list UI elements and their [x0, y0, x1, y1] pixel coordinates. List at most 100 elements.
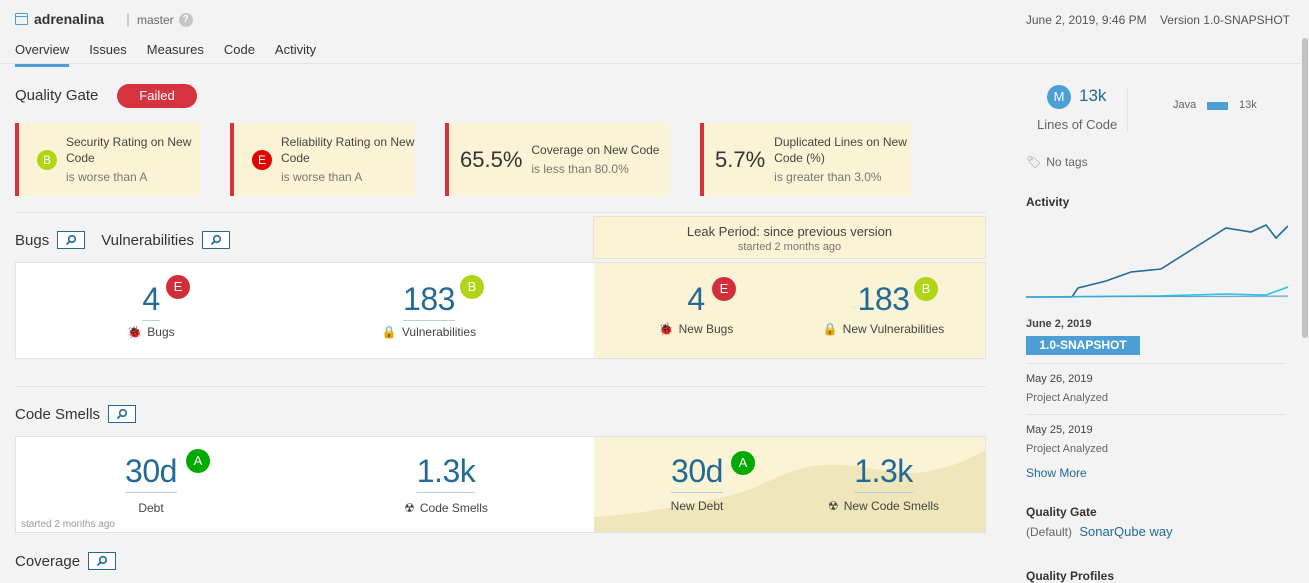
bugs-label: Bugs: [147, 325, 175, 339]
bugs-drilldown-button[interactable]: [57, 231, 86, 249]
activity-event: Project Analyzed: [1026, 443, 1108, 455]
activity-date: May 25, 2019: [1026, 424, 1093, 436]
scrollbar[interactable]: [1301, 0, 1309, 583]
condition-label: Security Rating on New Code: [66, 135, 192, 165]
code-smells-measure[interactable]: 1.3k ☢ Code Smells: [381, 453, 511, 515]
project-icon: [15, 13, 28, 25]
section-divider: [15, 212, 986, 213]
analysis-date: June 2, 2019, 9:46 PM: [1025, 13, 1147, 27]
quality-gate-default: (Default): [1026, 525, 1073, 539]
bug-icon: 🐞: [658, 322, 674, 336]
tags-label: No tags: [1046, 155, 1088, 169]
new-code-smells-measure[interactable]: 1.3k ☢ New Code Smells: [816, 453, 951, 513]
tag-icon: 🏷: [1026, 155, 1042, 169]
activity-event: Project Analyzed: [1026, 392, 1108, 404]
activity-divider: [1026, 414, 1286, 415]
bugs-value[interactable]: 4: [142, 281, 160, 321]
rating-badge: B: [37, 149, 57, 170]
lines-of-code-value[interactable]: 13k: [1079, 86, 1106, 106]
show-more-link[interactable]: Show More: [1026, 466, 1087, 480]
search-icon: [116, 408, 128, 420]
activity-date: May 26, 2019: [1026, 373, 1093, 385]
code-smells-title: Code Smells: [15, 405, 101, 423]
analysis-version: Version 1.0-SNAPSHOT: [1159, 13, 1290, 27]
section-divider: [15, 386, 986, 387]
bug-icon: 🐞: [127, 325, 143, 339]
condition-label: Reliability Rating on New Code: [281, 135, 415, 165]
activity-divider: [1026, 363, 1286, 364]
branch-icon: [124, 13, 132, 27]
new-code-smells-value[interactable]: 1.3k: [854, 453, 913, 493]
condition-reliability-rating[interactable]: E Reliability Rating on New Code is wors…: [230, 123, 415, 196]
scrollbar-thumb[interactable]: [1302, 38, 1308, 338]
code-smells-section-header: Code Smells: [15, 405, 137, 423]
project-name[interactable]: adrenalina: [34, 11, 104, 27]
version-badge: 1.0-SNAPSHOT: [1026, 336, 1140, 355]
quality-gate-info: (Default) SonarQube way: [1026, 524, 1173, 539]
language-bar: [1207, 102, 1228, 110]
debt-value[interactable]: 30d: [125, 453, 177, 493]
condition-value: 65.5%: [460, 146, 523, 172]
vulnerabilities-rating-badge[interactable]: B: [460, 275, 484, 299]
condition-detail: is worse than A: [66, 170, 148, 184]
quality-profiles-title: Quality Profiles: [1026, 569, 1115, 583]
condition-coverage[interactable]: 65.5% Coverage on New Code is less than …: [445, 123, 670, 196]
condition-value: 5.7%: [715, 146, 766, 172]
bugs-rating-badge[interactable]: E: [166, 275, 190, 299]
leak-period-header: Leak Period: since previous version star…: [593, 216, 986, 259]
vulnerabilities-label: Vulnerabilities: [401, 325, 477, 339]
new-debt-rating-badge[interactable]: A: [731, 451, 755, 475]
new-code-smells-label: New Code Smells: [843, 499, 940, 513]
new-vulnerabilities-label: New Vulnerabilities: [842, 322, 945, 336]
search-icon: [210, 234, 222, 246]
started-note: started 2 months ago: [21, 519, 115, 530]
search-icon: [96, 555, 108, 567]
new-bugs-label: New Bugs: [678, 322, 734, 336]
bugs-vulnerabilities-panel: 4 🐞 Bugs E 183 🔒 Vulnerabilities B 4 🐞 N…: [15, 262, 986, 359]
condition-duplicated-lines[interactable]: 5.7% Duplicated Lines on New Code (%) is…: [700, 123, 911, 196]
branch-selector[interactable]: master ?: [124, 13, 193, 27]
quality-gate-link[interactable]: SonarQube way: [1079, 524, 1172, 539]
new-bugs-rating-badge[interactable]: E: [712, 277, 736, 301]
language-name: Java: [1173, 99, 1197, 111]
new-bugs-value[interactable]: 4: [687, 281, 705, 317]
quality-gate-status-badge: Failed: [117, 84, 197, 108]
vulnerabilities-drilldown-button[interactable]: [202, 231, 231, 249]
new-debt-label: New Debt: [670, 499, 724, 513]
vulnerabilities-title: Vulnerabilities: [101, 231, 195, 249]
new-vulnerabilities-value[interactable]: 183: [858, 281, 910, 317]
condition-detail: is worse than A: [281, 170, 363, 184]
code-smells-drilldown-button[interactable]: [108, 405, 137, 423]
project-title[interactable]: adrenalina: [15, 11, 104, 27]
coverage-section-header: Coverage: [15, 552, 117, 570]
debt-rating-badge[interactable]: A: [186, 449, 210, 473]
language-value: 13k: [1239, 99, 1257, 111]
code-smells-panel: 30d Debt A 1.3k ☢ Code Smells 30d New De…: [15, 436, 986, 533]
leak-period-title: Leak Period: since previous version: [686, 224, 893, 239]
bugs-title: Bugs: [15, 231, 50, 249]
new-debt-value[interactable]: 30d: [671, 453, 723, 493]
vulnerabilities-value[interactable]: 183: [403, 281, 455, 321]
tags: 🏷 No tags: [1026, 155, 1088, 169]
condition-security-rating[interactable]: B Security Rating on New Code is worse t…: [15, 123, 200, 196]
radiation-icon: ☢: [827, 499, 839, 513]
condition-label: Coverage on New Code: [531, 143, 660, 157]
help-icon[interactable]: ?: [178, 13, 193, 27]
coverage-drilldown-button[interactable]: [88, 552, 117, 570]
bugs-section-header: Bugs Vulnerabilities: [15, 231, 231, 249]
condition-detail: is greater than 3.0%: [774, 170, 882, 184]
branch-name[interactable]: master: [137, 13, 174, 27]
quality-gate-title: Quality Gate: [15, 87, 99, 104]
lock-icon: 🔒: [381, 325, 397, 339]
new-vulnerabilities-rating-badge[interactable]: B: [914, 277, 938, 301]
leak-period-subtitle: started 2 months ago: [737, 241, 842, 253]
activity-date: June 2, 2019: [1026, 318, 1092, 330]
activity-title: Activity: [1026, 195, 1070, 209]
code-smells-value[interactable]: 1.3k: [416, 453, 476, 493]
debt-label: Debt: [138, 501, 164, 515]
coverage-title: Coverage: [15, 552, 81, 570]
radiation-icon: ☢: [404, 501, 415, 515]
header-divider: [0, 63, 1300, 64]
activity-graph[interactable]: [1026, 220, 1288, 300]
quality-gate-sidebar-title: Quality Gate: [1026, 505, 1097, 519]
